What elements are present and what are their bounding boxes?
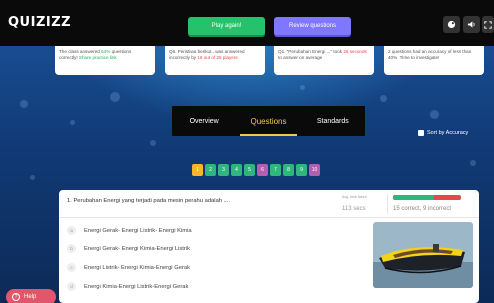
option-letter: a [67,226,76,235]
accuracy-bar-fill [393,195,434,200]
card-text: The class answered [59,49,102,54]
help-button[interactable]: ? Help [6,289,56,303]
bubble [110,92,120,102]
question-pill[interactable]: 6 [257,164,268,176]
option-text: Energi Listrik- Energi Kimia-Energi Gera… [84,264,190,271]
card-text: to answer on average [278,55,323,60]
question-pill[interactable]: 4 [231,164,242,176]
card-highlight: 54% [101,49,111,54]
question-pill[interactable]: 7 [270,164,281,176]
question-pill[interactable]: 5 [244,164,255,176]
sort-label: Sort by Accuracy [427,130,469,136]
fullscreen-icon[interactable] [482,16,494,33]
summary-card-incorrect: Q6. Peristiwa berikut...was answered inc… [165,42,265,75]
question-pill[interactable]: 2 [205,164,216,176]
answer-option: b Energi Gerak- Energi Kimia-Energi List… [67,244,190,253]
bubble [380,95,387,102]
summary-card-low-accuracy: 2 questions had an accuracy of less than… [384,42,484,75]
answer-option: d Energi Kimia-Energi Listrik-Energi Ger… [67,282,188,291]
question-card: 1. Perubahan Energi yang terjadi pada me… [59,190,479,303]
accuracy-bar [393,195,461,200]
avg-time-label: Avg. time taken [342,195,367,199]
question-header: 1. Perubahan Energi yang terjadi pada me… [59,190,479,218]
bubble [150,140,156,146]
bubble [470,160,476,166]
question-pill[interactable]: 9 [296,164,307,176]
answer-option: c Energi Listrik- Energi Kimia-Energi Ge… [67,263,190,272]
option-text: Energi Gerak- Energi Kimia-Energi Listri… [84,245,190,252]
bubble [20,100,28,108]
bubble [70,120,75,125]
report-tabs: Overview Questions Standards [172,106,365,136]
sort-by-accuracy-toggle[interactable]: Sort by Accuracy [418,130,468,136]
checkbox[interactable] [418,130,424,136]
play-again-button[interactable]: Play again! [188,17,265,35]
top-bar: QUIZIZZ Play again! Review questions [0,0,494,46]
bubble [430,110,439,119]
help-label: Help [24,294,37,300]
option-text: Energi Gerak- Energi Listrik- Energi Kim… [84,227,192,234]
summary-card-accuracy: The class answered 54% questions correct… [55,42,155,75]
theme-icon[interactable] [443,16,460,33]
tab-questions[interactable]: Questions [236,106,300,136]
question-number-pills: 1 2 3 4 5 6 7 8 9 10 [192,164,320,176]
option-letter: b [67,244,76,253]
question-pill[interactable]: 10 [309,164,320,176]
card-text: 2 questions had an accuracy of less than… [388,49,472,60]
card-highlight: 16 out of 25 players [197,55,238,60]
question-mark-icon: ? [12,293,20,301]
question-pill[interactable]: 8 [283,164,294,176]
option-letter: c [67,263,76,272]
question-pill[interactable]: 1 [192,164,203,176]
card-highlight: 26 seconds [343,49,367,54]
boat-image [373,222,473,288]
tab-overview[interactable]: Overview [172,106,236,136]
accuracy-text: 15 correct, 9 incorrect [393,206,452,212]
summary-card-time: Q1. "Perubahan Energi ..." took 26 secon… [274,42,374,75]
share-practice-link[interactable]: Share practice link [79,55,117,60]
bubble [300,85,305,90]
sound-icon[interactable] [463,16,480,33]
avg-time-value: 113 secs [342,206,366,212]
divider [387,194,388,214]
quizizz-logo: QUIZIZZ [8,15,72,30]
bubble [30,175,35,180]
question-pill[interactable]: 3 [218,164,229,176]
option-text: Energi Kimia-Energi Listrik-Energi Gerak [84,283,189,290]
review-questions-button[interactable]: Review questions [274,17,351,35]
tab-standards[interactable]: Standards [301,106,365,136]
answer-option: a Energi Gerak- Energi Listrik- Energi K… [67,226,192,235]
option-letter: d [67,282,76,291]
question-text: 1. Perubahan Energi yang terjadi pada me… [67,198,231,204]
card-text: Q1. "Perubahan Energi ..." took [278,49,344,54]
